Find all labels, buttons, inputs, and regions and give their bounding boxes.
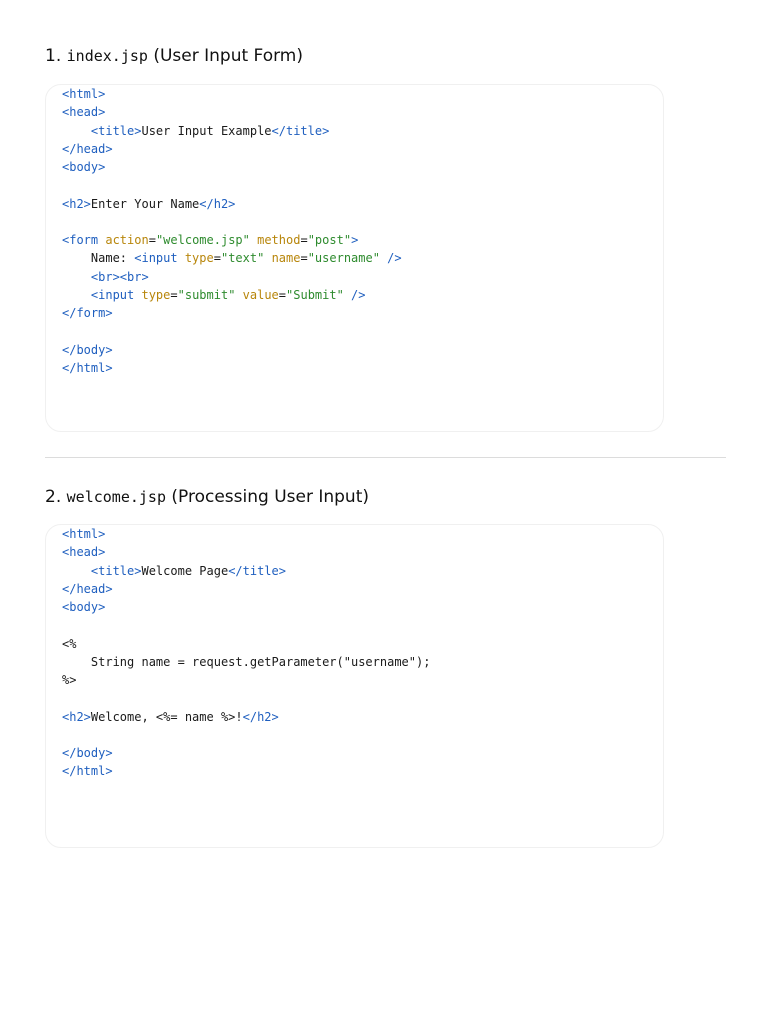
code-token: Welcome, <%= name %>!: [90, 709, 243, 724]
section-number: 1.: [45, 46, 62, 66]
code-line: <body>: [62, 598, 105, 616]
code-line: </head>: [62, 140, 113, 158]
code-token: "text": [220, 251, 265, 266]
section-divider: [45, 457, 726, 458]
code-token: User Input Example: [141, 123, 272, 138]
code-token: "username": [307, 251, 380, 266]
code-token: "submit": [177, 287, 236, 302]
code-token: =: [213, 251, 221, 266]
section-description: (Processing User Input): [171, 487, 370, 507]
code-line: <title>Welcome Page</title>: [62, 562, 286, 580]
code-token: <title>: [90, 123, 142, 138]
code-token: />: [343, 287, 366, 302]
code-token: "welcome.jsp": [155, 233, 250, 247]
code-block-welcome-jsp: <html> <head> <title>Welcome Page</title>…: [45, 524, 664, 848]
code-line: <br><br>: [62, 268, 149, 286]
code-token: type: [184, 251, 214, 266]
code-line: <input type="submit" value="Submit" />: [62, 286, 366, 304]
code-token: </html>: [62, 360, 113, 375]
code-token: <br><br>: [90, 269, 149, 284]
section-description: (User Input Form): [153, 46, 303, 66]
code-token: <head>: [62, 105, 106, 120]
code-token: =: [170, 287, 178, 302]
code-line: <html>: [62, 525, 105, 543]
code-token: </head>: [62, 141, 113, 156]
code-line: <title>User Input Example</title>: [62, 122, 329, 140]
code-token: type: [141, 287, 171, 302]
code-token: Welcome Page: [141, 563, 229, 578]
code-token: </body>: [62, 342, 113, 357]
code-token: </body>: [62, 746, 113, 760]
code-token: </title>: [271, 123, 330, 138]
code-token: action: [105, 233, 149, 247]
code-token: <head>: [62, 545, 106, 560]
section-number: 2.: [45, 487, 62, 507]
code-token: <title>: [90, 563, 142, 578]
code-token: <input: [134, 251, 185, 266]
code-token: =: [148, 233, 156, 247]
code-token: value: [242, 287, 279, 302]
code-line: </html>: [62, 762, 113, 780]
code-token: Name:: [62, 251, 135, 266]
code-token: <h2>: [62, 196, 91, 211]
code-token: <body>: [62, 160, 106, 174]
code-token: </title>: [228, 563, 286, 578]
code-token: Enter Your Name: [90, 196, 200, 211]
code-token: "Submit": [286, 287, 344, 302]
code-line: </head>: [62, 580, 113, 598]
section-heading-index-jsp: 1. index.jsp (User Input Form): [45, 46, 303, 66]
code-token: <h2>: [62, 709, 91, 724]
code-token: %>: [62, 673, 77, 687]
code-line: </body>: [62, 341, 113, 359]
code-token: </head>: [62, 581, 113, 596]
file-name: welcome.jsp: [66, 488, 166, 506]
file-name: index.jsp: [66, 47, 148, 65]
code-line: </html>: [62, 359, 113, 377]
code-token: </h2>: [242, 709, 279, 724]
code-token: <%: [62, 636, 77, 651]
section-heading-welcome-jsp: 2. welcome.jsp (Processing User Input): [45, 487, 369, 507]
code-token: >: [351, 233, 359, 247]
code-line: String name = request.getParameter("user…: [62, 653, 431, 671]
code-token: />: [379, 251, 402, 266]
code-token: <html>: [62, 527, 106, 541]
code-line: <h2>Enter Your Name</h2>: [62, 195, 235, 213]
code-token: <form: [62, 233, 106, 247]
code-token: <input: [90, 287, 142, 302]
code-token: =: [300, 233, 308, 247]
code-token: =: [278, 287, 287, 302]
code-token: <body>: [62, 600, 106, 614]
code-block-index-jsp: <html> <head> <title>User Input Example</…: [45, 84, 664, 432]
code-line: %>: [62, 671, 76, 689]
code-token: </html>: [62, 764, 113, 779]
code-line: <head>: [62, 103, 105, 121]
code-line: <head>: [62, 543, 105, 561]
code-line: <body>: [62, 158, 105, 176]
code-line: <%: [62, 635, 76, 653]
code-line: </form>: [62, 304, 113, 322]
code-token: =: [300, 251, 308, 266]
code-token: </form>: [62, 306, 113, 320]
code-line: <form action="welcome.jsp" method="post"…: [62, 231, 358, 249]
code-token: <html>: [62, 87, 106, 101]
code-token: method: [257, 233, 301, 247]
code-line: </body>: [62, 744, 113, 762]
code-line: Name: <input type="text" name="username"…: [62, 249, 402, 267]
code-token: "post": [307, 233, 352, 247]
code-token: String name = request.getParameter("user…: [62, 654, 431, 669]
code-token: name: [271, 251, 301, 266]
code-line: <html>: [62, 85, 105, 103]
code-line: <h2>Welcome, <%= name %>!</h2>: [62, 708, 279, 726]
code-token: </h2>: [199, 196, 236, 211]
